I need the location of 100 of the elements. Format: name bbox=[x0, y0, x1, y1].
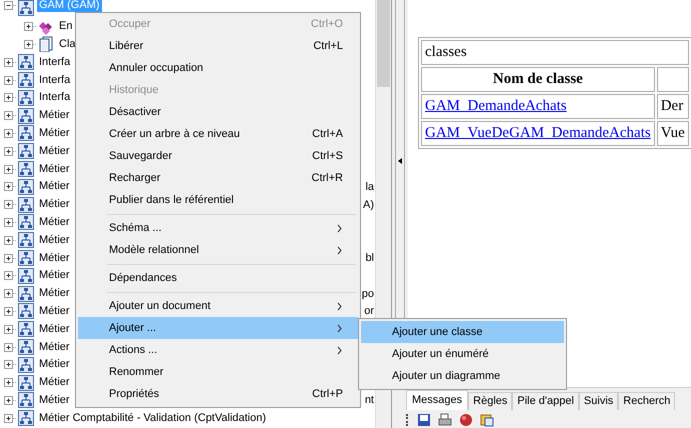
tree-item[interactable]: Interfa bbox=[37, 56, 72, 69]
hierarchy-icon bbox=[18, 392, 34, 408]
table-cell: Der bbox=[656, 94, 689, 119]
hierarchy-icon bbox=[18, 72, 34, 88]
hierarchy-icon bbox=[18, 268, 34, 284]
chevron-right-icon[interactable] bbox=[337, 246, 343, 254]
printer-icon[interactable] bbox=[438, 413, 452, 427]
hierarchy-icon bbox=[18, 108, 34, 124]
table-caption: classes bbox=[421, 40, 689, 65]
tree-item[interactable]: Métier bbox=[37, 376, 72, 390]
tree-item[interactable]: Métier bbox=[37, 394, 72, 407]
menu-item[interactable]: Ajouter un diagramme bbox=[361, 365, 564, 387]
expand-icon[interactable] bbox=[4, 288, 17, 300]
tree-item[interactable]: Métier bbox=[37, 340, 72, 354]
tree-item[interactable]: Métier bbox=[37, 322, 72, 336]
record-icon[interactable] bbox=[459, 413, 473, 427]
expand-icon[interactable] bbox=[4, 181, 17, 192]
tree-item[interactable]: En bbox=[57, 20, 74, 34]
panel-tab[interactable]: Règles bbox=[468, 392, 512, 410]
tree-item[interactable]: Métier bbox=[37, 358, 72, 372]
expand-icon[interactable] bbox=[4, 377, 17, 388]
tree-item[interactable]: Interfa bbox=[37, 74, 72, 87]
hierarchy-icon bbox=[18, 339, 34, 356]
menu-item[interactable]: Ajouter un énuméré bbox=[361, 343, 564, 365]
expand-icon[interactable] bbox=[4, 234, 17, 246]
tree-item[interactable]: Métier bbox=[37, 162, 72, 176]
menu-item[interactable]: Modèle relationnel bbox=[78, 239, 358, 261]
menu-item[interactable]: Libérer Ctrl+L bbox=[78, 35, 358, 57]
hierarchy-icon bbox=[18, 410, 34, 426]
expand-icon[interactable] bbox=[4, 92, 17, 104]
expand-icon[interactable] bbox=[4, 146, 17, 157]
expand-icon[interactable] bbox=[4, 56, 17, 68]
menu-item[interactable]: Recharger Ctrl+R bbox=[78, 167, 358, 189]
expand-icon[interactable] bbox=[4, 110, 17, 122]
panel-tab[interactable]: Recherch bbox=[618, 392, 676, 410]
tree-item[interactable]: Métier bbox=[37, 234, 72, 247]
pages-icon bbox=[38, 36, 54, 52]
tree-item[interactable]: Métier bbox=[37, 216, 72, 229]
shortcut-text: Ctrl+P bbox=[312, 388, 343, 400]
expand-icon[interactable] bbox=[4, 199, 17, 210]
tree-item-text: la bbox=[365, 180, 375, 193]
menu-item[interactable]: Propriétés Ctrl+P bbox=[78, 383, 358, 405]
tree-item[interactable]: Métier bbox=[37, 180, 72, 194]
window-icon[interactable] bbox=[480, 413, 494, 427]
tree-item[interactable]: Interfa bbox=[37, 91, 72, 104]
menu-item[interactable]: Ajouter une classe bbox=[361, 321, 564, 343]
menu-item[interactable]: Actions ... bbox=[78, 339, 358, 361]
shortcut-text: Ctrl+A bbox=[312, 128, 343, 140]
toolbar-grip[interactable] bbox=[406, 414, 410, 426]
expand-icon[interactable] bbox=[4, 359, 17, 370]
hierarchy-icon bbox=[18, 374, 34, 391]
class-link[interactable]: GAM_DemandeAchats bbox=[425, 98, 567, 114]
class-link[interactable]: GAM_VueDeGAM_DemandeAchats bbox=[425, 125, 651, 141]
tree-item[interactable]: Métier bbox=[37, 109, 72, 122]
menu-item[interactable]: Dépendances bbox=[78, 267, 358, 289]
tree-item-text: or bbox=[364, 305, 375, 318]
chevron-right-icon[interactable] bbox=[337, 302, 343, 310]
expand-icon[interactable] bbox=[4, 342, 17, 353]
expand-icon[interactable] bbox=[4, 128, 17, 139]
expand-icon[interactable] bbox=[4, 324, 17, 335]
menu-item[interactable]: Ajouter un document bbox=[78, 295, 358, 317]
expand-icon[interactable] bbox=[4, 252, 17, 264]
expand-icon[interactable] bbox=[4, 74, 17, 86]
tree-item[interactable]: Métier bbox=[37, 252, 72, 265]
menu-item[interactable]: Désactiver bbox=[78, 101, 358, 123]
expand-icon[interactable] bbox=[4, 412, 17, 424]
chevron-right-icon[interactable] bbox=[337, 324, 343, 332]
menu-item[interactable]: Créer un arbre à ce niveau Ctrl+A bbox=[78, 123, 358, 145]
expand-icon[interactable] bbox=[4, 164, 17, 175]
menu-item[interactable]: Renommer bbox=[78, 361, 358, 383]
hierarchy-icon bbox=[18, 321, 34, 338]
expand-icon[interactable] bbox=[4, 216, 17, 228]
tree-item[interactable]: Métier bbox=[37, 144, 72, 158]
tree-item[interactable]: Métier bbox=[37, 304, 72, 318]
shortcut-text: Ctrl+S bbox=[312, 150, 343, 162]
hierarchy-icon bbox=[18, 232, 34, 248]
panel-tab[interactable]: Suivis bbox=[578, 392, 618, 410]
tree-item[interactable]: Métier bbox=[37, 287, 72, 300]
menu-item[interactable]: Annuler occupation bbox=[78, 57, 358, 79]
tree-item[interactable]: Cla bbox=[57, 38, 78, 51]
menu-item[interactable]: Publier dans le référentiel bbox=[78, 189, 358, 211]
chevron-right-icon[interactable] bbox=[337, 346, 343, 354]
menu-item[interactable]: Sauvegarder Ctrl+S bbox=[78, 145, 358, 167]
expand-icon[interactable] bbox=[4, 270, 17, 282]
panel-tab[interactable]: Pile d'appel bbox=[512, 392, 579, 410]
expand-icon[interactable] bbox=[24, 38, 37, 50]
expand-icon[interactable] bbox=[4, 306, 17, 317]
chevron-right-icon[interactable] bbox=[337, 224, 343, 232]
tree-item[interactable]: Métier bbox=[37, 198, 72, 212]
tree-item[interactable]: Métier Comptabilité - Validation (CptValidation) bbox=[37, 412, 268, 425]
expand-icon[interactable] bbox=[4, 394, 17, 406]
panel-tab[interactable]: Messages bbox=[406, 390, 468, 410]
tree-item[interactable]: Métier bbox=[37, 269, 72, 282]
hierarchy-icon bbox=[18, 125, 34, 142]
menu-item[interactable]: Ajouter ... bbox=[78, 317, 358, 339]
collapse-icon[interactable] bbox=[4, 0, 17, 11]
left-arrow-icon[interactable] bbox=[398, 158, 402, 164]
menu-item[interactable]: Schéma ... bbox=[78, 217, 358, 239]
expand-icon[interactable] bbox=[24, 21, 37, 32]
tree-item[interactable]: Métier bbox=[37, 126, 72, 140]
